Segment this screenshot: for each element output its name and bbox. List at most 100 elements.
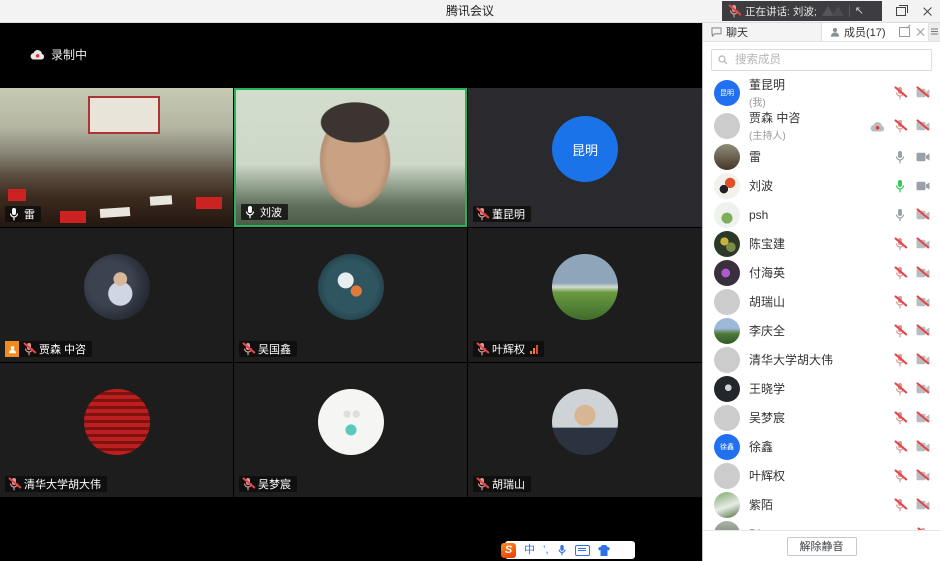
video-tile-hurushan[interactable]: 胡瑞山 <box>468 363 702 497</box>
member-row[interactable]: 刘波 <box>703 171 940 200</box>
participant-name: 叶辉权 <box>492 341 525 357</box>
camera-status-icon <box>916 440 930 454</box>
popout-panel-icon[interactable] <box>899 27 910 37</box>
member-row[interactable]: 徐鑫 徐鑫 <box>703 432 940 461</box>
unmute-button[interactable]: 解除静音 <box>787 537 857 556</box>
mic-status-icon <box>894 179 907 193</box>
mic-status-icon <box>894 440 907 454</box>
video-tile-lei[interactable]: 雷 <box>0 88 233 227</box>
video-tile-wuguoxin[interactable]: 吴国鑫 <box>234 228 467 362</box>
member-avatar <box>714 376 740 402</box>
mic-status-icon <box>894 411 907 425</box>
tab-members-label: 成员(17) <box>844 24 886 40</box>
cloud-recording-icon <box>870 119 885 133</box>
chat-bubble-icon <box>711 27 722 37</box>
tile-name-label: 董昆明 <box>473 206 531 222</box>
member-row[interactable]: 陈宝建 <box>703 229 940 258</box>
video-tile-jiasen[interactable]: 贾森 中咨 <box>0 228 233 362</box>
member-name: 付海英 <box>749 264 885 281</box>
member-status-icons <box>894 86 930 100</box>
member-role: (我) <box>749 94 885 109</box>
camera-status-icon <box>916 353 930 367</box>
camera-status-icon <box>916 411 930 425</box>
video-tile-liubo[interactable]: 刘波 <box>234 88 467 227</box>
decor <box>8 189 26 201</box>
member-row[interactable]: 胡瑞山 <box>703 287 940 316</box>
tile-name-label: 刘波 <box>241 204 288 220</box>
close-icon <box>923 7 932 16</box>
camera-status-icon <box>916 86 930 100</box>
member-row[interactable]: Diego <box>703 519 940 530</box>
camera-status-icon <box>916 498 930 512</box>
member-search[interactable] <box>711 49 932 71</box>
member-status-icons <box>870 119 930 133</box>
decor <box>100 207 131 218</box>
cloud-record-icon <box>30 49 45 60</box>
member-row[interactable]: psh <box>703 200 940 229</box>
tile-name-label: 吴梦宸 <box>239 476 297 492</box>
close-button[interactable] <box>914 0 940 22</box>
close-panel-icon[interactable] <box>916 28 924 36</box>
member-name: psh <box>749 208 885 222</box>
member-row[interactable]: 昆明 董昆明 (我) <box>703 76 940 109</box>
member-row[interactable]: 清华大学胡大伟 <box>703 345 940 374</box>
banner-shape-icon <box>832 6 844 16</box>
ime-voice-icon[interactable] <box>557 544 567 556</box>
video-tile-yehuiquan[interactable]: 叶辉权 <box>468 228 702 362</box>
decor <box>150 195 173 206</box>
recording-indicator: 录制中 <box>30 46 87 63</box>
camera-status-icon <box>916 266 930 280</box>
camera-status-icon <box>916 179 930 193</box>
video-tile-wumengchen[interactable]: 吴梦宸 <box>234 363 467 497</box>
member-row[interactable]: 付海英 <box>703 258 940 287</box>
ime-skin-icon[interactable] <box>598 545 610 556</box>
mic-status-icon <box>894 150 907 164</box>
restore-button[interactable] <box>888 0 914 22</box>
member-row[interactable]: 贾森 中咨 (主持人) <box>703 109 940 142</box>
member-row[interactable]: 紫陌 <box>703 490 940 519</box>
camera-status-icon <box>916 324 930 338</box>
panel-menu-icon[interactable] <box>928 22 940 41</box>
video-tile-dongkunming[interactable]: 昆明 董昆明 <box>468 88 702 227</box>
avatar <box>84 389 150 455</box>
member-text: 胡瑞山 <box>749 293 885 310</box>
member-name: 陈宝建 <box>749 235 885 252</box>
member-name: 胡瑞山 <box>749 293 885 310</box>
video-tile-hudawei[interactable]: 清华大学胡大伟 <box>0 363 233 497</box>
sogou-logo-icon[interactable]: S <box>501 543 516 558</box>
search-input[interactable] <box>733 53 925 67</box>
mic-status-icon <box>894 237 907 251</box>
avatar <box>552 389 618 455</box>
network-signal-icon <box>530 345 538 354</box>
member-row[interactable]: 雷 <box>703 142 940 171</box>
mic-muted-icon <box>728 4 740 18</box>
member-row[interactable]: 吴梦宸 <box>703 403 940 432</box>
tab-chat[interactable]: 聊天 <box>703 22 822 41</box>
mic-status-icon <box>894 295 907 309</box>
ime-toolbox-icon[interactable] <box>618 545 629 556</box>
member-avatar <box>714 113 740 139</box>
ime-keyboard-icon[interactable] <box>575 545 590 556</box>
panel-footer: 解除静音 <box>703 530 940 561</box>
member-text: 贾森 中咨 (主持人) <box>749 109 861 142</box>
mic-status-icon <box>894 119 907 133</box>
member-avatar <box>714 231 740 257</box>
member-row[interactable]: 李庆全 <box>703 316 940 345</box>
collapse-arrow-icon[interactable]: ↖ <box>855 6 864 16</box>
member-row[interactable]: 王晓学 <box>703 374 940 403</box>
member-status-icons <box>894 469 930 483</box>
ime-mode-chinese[interactable]: 中 <box>524 542 535 558</box>
panel-tools <box>899 22 928 41</box>
ime-toolbar[interactable]: S 中 ’, <box>505 541 635 559</box>
member-avatar <box>714 202 740 228</box>
member-row[interactable]: 叶辉权 <box>703 461 940 490</box>
member-name: 清华大学胡大伟 <box>749 351 885 368</box>
member-text: 叶辉权 <box>749 467 885 484</box>
tab-members[interactable]: 成员(17) <box>822 22 899 41</box>
member-name: 吴梦宸 <box>749 409 885 426</box>
participant-name: 刘波 <box>260 204 282 220</box>
ime-punctuation-icon[interactable]: ’, <box>543 542 549 558</box>
mic-on-icon <box>244 205 257 219</box>
member-avatar <box>714 463 740 489</box>
member-role: (主持人) <box>749 127 861 142</box>
